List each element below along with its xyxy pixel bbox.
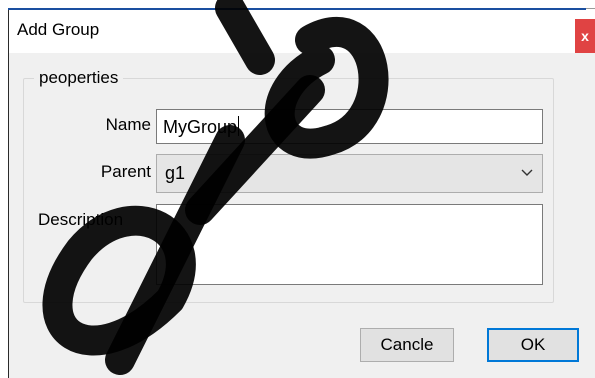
close-icon: x bbox=[581, 28, 589, 44]
window-title: Add Group bbox=[17, 20, 100, 39]
close-button[interactable]: x bbox=[575, 19, 595, 53]
parent-select-value: g1 bbox=[165, 163, 186, 183]
parent-label: Parent bbox=[100, 162, 151, 181]
groupbox-legend: peoperties bbox=[34, 68, 124, 88]
parent-select[interactable]: g1 bbox=[156, 154, 543, 193]
title-bar[interactable]: Add Group x bbox=[9, 9, 595, 53]
description-label: Description bbox=[38, 210, 124, 229]
cancel-button[interactable]: Cancle bbox=[360, 328, 454, 362]
name-label: Name bbox=[105, 115, 151, 134]
chevron-down-icon bbox=[521, 169, 533, 176]
ok-button-label: OK bbox=[520, 335, 546, 354]
text-caret bbox=[238, 116, 240, 136]
name-input-value: MyGroup bbox=[163, 117, 238, 137]
ok-button[interactable]: OK bbox=[487, 328, 579, 362]
cancel-button-label: Cancle bbox=[380, 335, 434, 354]
name-input[interactable]: MyGroup bbox=[156, 109, 543, 144]
description-textarea[interactable] bbox=[156, 204, 543, 285]
window-top-border bbox=[8, 8, 586, 10]
